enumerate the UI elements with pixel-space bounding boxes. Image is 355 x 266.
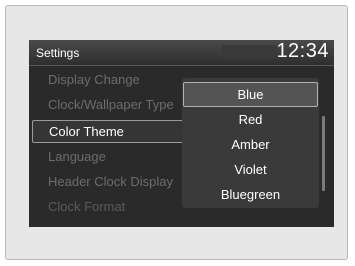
menu-item-label: Clock Format — [48, 199, 126, 214]
header-clock: 12:34 — [276, 40, 329, 62]
menu-item-label: Color Theme — [49, 124, 124, 139]
color-theme-dropdown: Blue Red Amber Violet Bluegreen — [182, 78, 319, 208]
dropdown-option-bluegreen[interactable]: Bluegreen — [182, 182, 319, 207]
dropdown-option-blue[interactable]: Blue — [183, 82, 318, 107]
menu-item-label: Header Clock Display — [48, 174, 173, 189]
menu-item-label: Clock/Wallpaper Type — [48, 97, 174, 112]
header-status-area — [222, 45, 277, 59]
menu-item-label: Display Change — [48, 72, 140, 87]
dropdown-option-red[interactable]: Red — [182, 107, 319, 132]
dropdown-scrollbar[interactable] — [322, 116, 325, 191]
header-bar: Settings 12:34 — [29, 40, 334, 66]
settings-screen: Settings 12:34 Display Change Clock/Wall… — [29, 40, 334, 227]
page-title: Settings — [36, 46, 80, 60]
dropdown-option-amber[interactable]: Amber — [182, 132, 319, 157]
dropdown-option-violet[interactable]: Violet — [182, 157, 319, 182]
menu-item-label: Language — [48, 149, 106, 164]
